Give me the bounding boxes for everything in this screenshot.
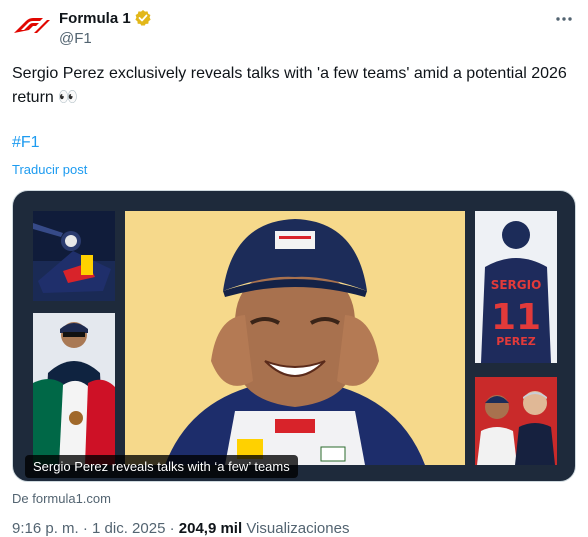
media-caption: Sergio Perez reveals talks with ‘a few’ … [25,455,298,478]
svg-text:11: 11 [491,297,541,338]
article-card-image[interactable]: SERGIO 11 PEREZ Sergio Perez reveals tal… [12,190,576,482]
car-photo [33,211,115,301]
sergio-perez-portrait [125,211,465,465]
user-handle[interactable]: @F1 [59,30,92,47]
view-count: 204,9 mil [178,520,243,537]
gold-verified-badge-icon[interactable] [134,9,152,27]
more-options-icon[interactable] [554,10,574,28]
post-timestamp[interactable]: 9:16 p. m. · 1 dic. 2025 · [12,520,179,537]
tweet-header: Formula 1 @F1 [12,6,578,50]
tweet-text: Sergio Perez exclusively reveals talks w… [12,65,567,106]
svg-text:SERGIO: SERGIO [491,278,542,292]
views-label: Visualizaciones [242,520,350,537]
translate-post-link[interactable]: Traducir post [12,162,87,177]
team-photo [475,377,557,465]
hashtag-link[interactable]: #F1 [12,134,40,152]
f1-logo-icon[interactable] [12,6,52,46]
svg-text:PEREZ: PEREZ [496,335,536,348]
article-source-link[interactable]: De formula1.com [12,491,111,506]
display-name[interactable]: Formula 1 [59,10,131,27]
flag-photo [33,313,115,465]
post-meta: 9:16 p. m. · 1 dic. 2025 · 204,9 mil Vis… [12,520,349,537]
shirt-back-photo: SERGIO 11 PEREZ [475,211,557,363]
